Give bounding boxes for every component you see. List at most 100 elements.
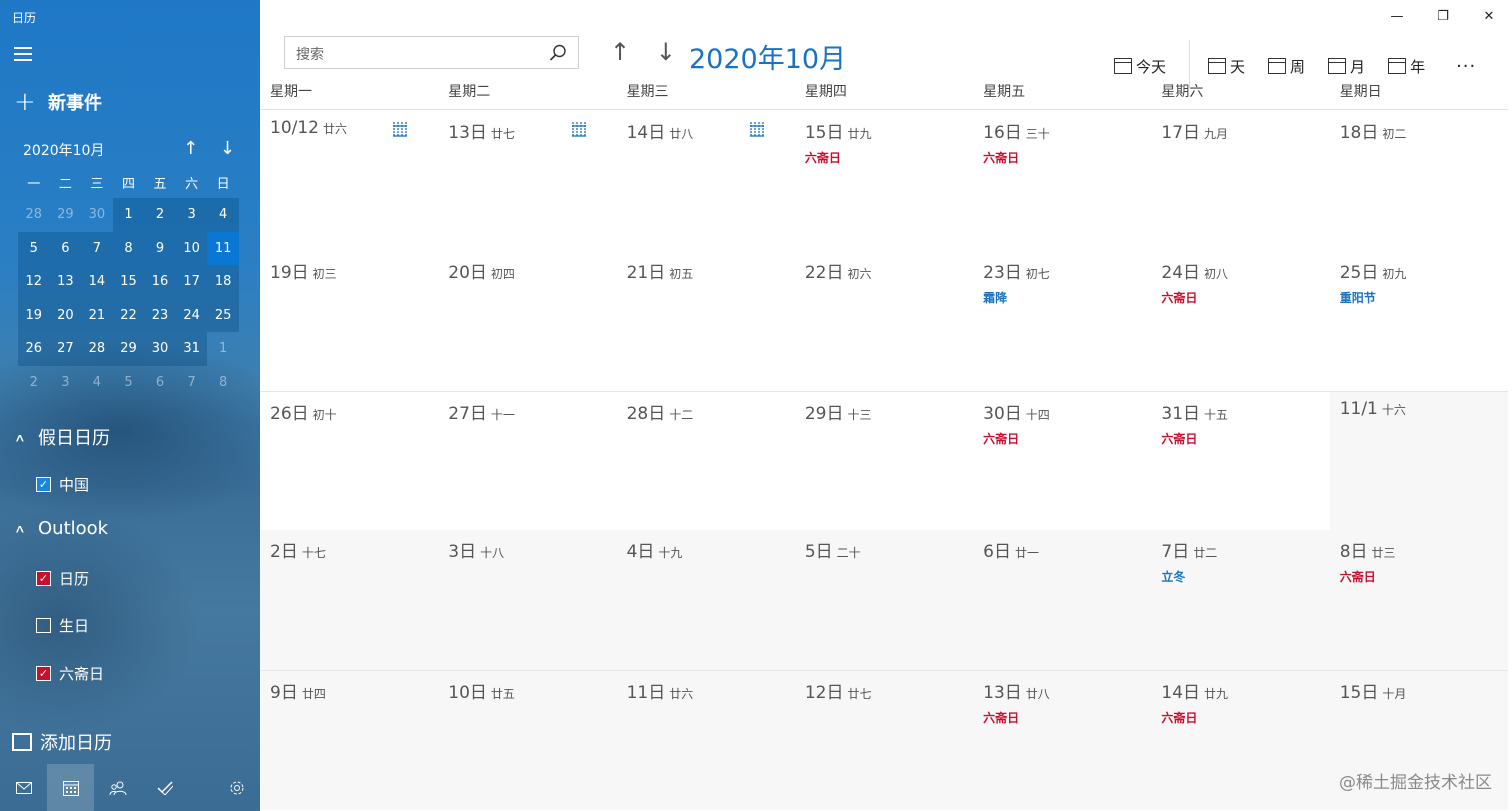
day-cell[interactable]: 3日 十八 (438, 530, 617, 671)
calendar-event[interactable]: 六斋日 (1161, 289, 1329, 306)
calendar-event[interactable]: 六斋日 (805, 149, 973, 166)
day-cell[interactable]: 25日 初九 重阳节 (1330, 251, 1508, 391)
mini-calendar-day[interactable]: 18 (207, 265, 239, 299)
calendar-toggle-liuzhai[interactable]: ✓ 六斋日 (36, 663, 104, 684)
day-cell[interactable]: 5日 二十 (794, 530, 974, 671)
day-cell[interactable]: 9日 廿四 (260, 670, 439, 810)
mini-calendar-day[interactable]: 10 (175, 231, 208, 265)
mini-calendar-day[interactable]: 26 (18, 332, 50, 366)
calendar-icon[interactable] (47, 764, 94, 811)
mini-calendar-day[interactable]: 5 (113, 366, 145, 400)
mini-calendar-next-icon[interactable]: ↓ (220, 138, 235, 159)
month-title[interactable]: 2020年10月 (689, 37, 846, 76)
calendar-event[interactable]: 六斋日 (1161, 709, 1329, 726)
checkbox-checked-icon[interactable]: ✓ (36, 477, 51, 492)
day-cell[interactable]: 15日 廿九 六斋日 (795, 111, 973, 251)
restore-icon[interactable]: ❐ (1420, 4, 1466, 28)
calendar-toggle-calendar[interactable]: ✓ 日历 (36, 568, 89, 589)
add-calendar-button[interactable]: 添加日历 (12, 729, 112, 755)
day-cell[interactable]: 6日 廿一 (973, 530, 1152, 671)
people-icon[interactable] (94, 764, 141, 811)
calendar-event[interactable]: 霜降 (983, 289, 1151, 306)
calendar-event[interactable]: 立冬 (1161, 568, 1329, 585)
mini-calendar-day[interactable]: 19 (18, 298, 50, 332)
mini-calendar-day[interactable]: 27 (49, 332, 82, 366)
day-cell[interactable]: 14日 廿八 (617, 111, 795, 251)
mini-calendar-day[interactable]: 13 (49, 265, 82, 299)
mini-calendar-day[interactable]: 21 (81, 298, 113, 332)
mini-calendar-day[interactable]: 25 (207, 298, 239, 332)
day-cell[interactable]: 11/1 十六 (1329, 390, 1508, 531)
day-cell[interactable]: 14日 廿九 六斋日 (1151, 670, 1330, 810)
day-view-button[interactable]: 天 (1208, 56, 1245, 77)
year-view-button[interactable]: 年 (1388, 56, 1425, 77)
mini-calendar-title[interactable]: 2020年10月 (23, 143, 104, 159)
mini-calendar-day[interactable]: 23 (144, 298, 176, 332)
mini-calendar-day[interactable]: 28 (18, 198, 50, 232)
day-cell[interactable]: 10日 廿五 (438, 670, 617, 810)
mini-calendar-day[interactable]: 3 (50, 366, 82, 400)
day-cell[interactable]: 12日 廿七 (794, 670, 974, 810)
day-cell[interactable]: 26日 初十 (260, 390, 439, 531)
mini-calendar-prev-icon[interactable]: ↑ (183, 138, 198, 159)
mini-calendar-day[interactable]: 15 (112, 265, 145, 299)
day-cell[interactable]: 7日 廿二 立冬 (1151, 530, 1330, 671)
search-icon[interactable] (548, 43, 568, 63)
day-cell[interactable]: 21日 初五 (617, 251, 795, 391)
day-cell[interactable]: 4日 十九 (616, 530, 795, 671)
holiday-calendars-section[interactable]: ∧ 假日日历 (14, 424, 110, 450)
mini-calendar-day[interactable]: 1 (207, 332, 239, 366)
day-cell[interactable]: 13日 廿八 六斋日 (973, 670, 1152, 810)
mini-calendar-day[interactable]: 30 (81, 198, 113, 232)
day-cell[interactable]: 13日 廿七 (438, 111, 616, 251)
calendar-event[interactable]: 六斋日 (983, 430, 1151, 447)
mini-calendar-day[interactable]: 24 (175, 298, 208, 332)
search-input[interactable]: 搜索 (284, 36, 579, 69)
mini-calendar-day[interactable]: 7 (176, 366, 208, 400)
calendar-event[interactable]: 六斋日 (1340, 568, 1508, 585)
day-cell[interactable]: 31日 十五 六斋日 (1151, 390, 1330, 531)
checkbox-checked-icon[interactable]: ✓ (36, 666, 51, 681)
day-cell[interactable]: 8日 廿三 六斋日 (1329, 530, 1508, 671)
week-view-button[interactable]: 周 (1268, 56, 1305, 77)
next-month-icon[interactable]: ↓ (656, 38, 676, 66)
mini-calendar-day[interactable]: 30 (144, 332, 176, 366)
calendar-toggle-birthdays[interactable]: 生日 (36, 615, 89, 636)
calendar-toggle-china[interactable]: ✓ 中国 (36, 474, 89, 495)
mini-calendar-day[interactable]: 9 (144, 231, 176, 265)
day-cell[interactable]: 24日 初八 六斋日 (1151, 251, 1329, 391)
mail-icon[interactable] (0, 764, 47, 811)
mini-calendar-today[interactable]: 11 (207, 231, 239, 265)
mini-calendar-day[interactable]: 6 (49, 231, 82, 265)
mini-calendar-day[interactable]: 7 (81, 231, 113, 265)
day-cell[interactable]: 23日 初七 霜降 (973, 251, 1151, 391)
mini-calendar-day[interactable]: 4 (81, 366, 113, 400)
more-options-icon[interactable]: ··· (1456, 56, 1476, 77)
day-cell[interactable]: 17日 九月 (1151, 111, 1329, 251)
month-view-button[interactable]: 月 (1328, 56, 1365, 77)
todo-icon[interactable] (141, 764, 188, 811)
mini-calendar-day[interactable]: 22 (112, 298, 145, 332)
checkbox-unchecked-icon[interactable] (36, 618, 51, 633)
calendar-event[interactable]: 六斋日 (983, 709, 1151, 726)
day-cell[interactable]: 30日 十四 六斋日 (973, 390, 1152, 531)
mini-calendar-day[interactable]: 1 (112, 198, 145, 232)
new-event-button[interactable]: + 新事件 (14, 89, 102, 115)
day-cell[interactable]: 18日 初二 (1330, 111, 1508, 251)
hamburger-menu-icon[interactable] (14, 47, 34, 63)
outlook-section[interactable]: ∧ Outlook (14, 518, 108, 539)
mini-calendar-day[interactable]: 5 (18, 231, 50, 265)
mini-calendar-day[interactable]: 2 (144, 198, 176, 232)
day-cell[interactable]: 20日 初四 (438, 251, 616, 391)
day-cell[interactable]: 16日 三十 六斋日 (973, 111, 1151, 251)
mini-calendar-day[interactable]: 6 (144, 366, 176, 400)
mini-calendar-day[interactable]: 14 (81, 265, 113, 299)
mini-calendar-day[interactable]: 29 (112, 332, 145, 366)
mini-calendar-day[interactable]: 8 (207, 366, 239, 400)
day-cell[interactable]: 28日 十二 (616, 390, 795, 531)
today-button[interactable]: 今天 (1114, 56, 1166, 77)
calendar-event[interactable]: 六斋日 (983, 149, 1151, 166)
day-cell[interactable]: 11日 廿六 (616, 670, 795, 810)
mini-calendar-day[interactable]: 17 (175, 265, 208, 299)
mini-calendar-day[interactable]: 29 (50, 198, 82, 232)
